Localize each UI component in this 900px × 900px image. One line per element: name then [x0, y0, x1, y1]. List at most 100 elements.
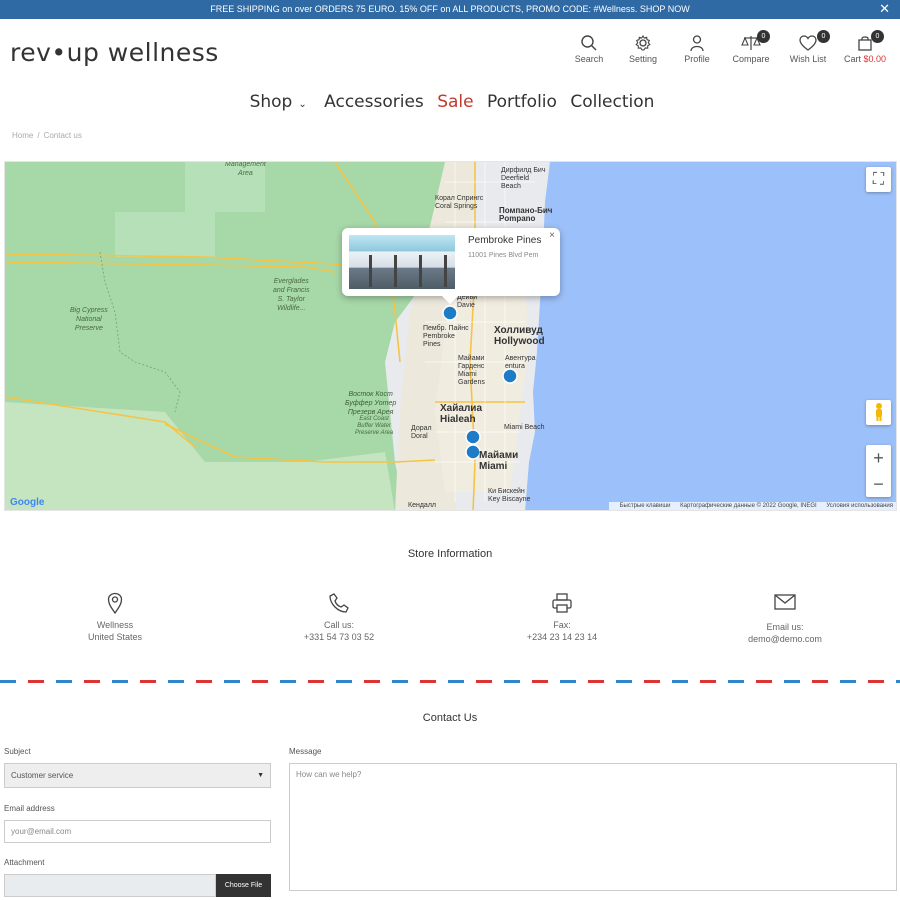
city-coral-springs: Корал Спрингс Coral Springs [435, 195, 484, 210]
store-fax: Fax: +234 23 14 23 14 [487, 592, 637, 643]
heart-icon [799, 35, 817, 51]
city-hollywood: Холливуд Hollywood [494, 325, 545, 347]
section-divider [0, 680, 900, 683]
city-miami: Майами Miami [479, 450, 519, 472]
compare-count: 0 [757, 30, 770, 43]
zoom-out-button[interactable]: − [866, 471, 891, 497]
map-label-east-coast-ru: Восток Кост Буффер Уотер Презерв Арея [345, 391, 397, 416]
profile-button[interactable]: Profile [670, 34, 724, 64]
nav-portfolio[interactable]: Portfolio [487, 92, 557, 112]
subject-select[interactable]: Customer service ▼ [4, 763, 271, 788]
cart-label: Cart [843, 54, 861, 64]
chevron-down-icon[interactable]: ⌄ [298, 99, 306, 110]
breadcrumb-current: Contact us [43, 131, 82, 140]
search-icon [581, 35, 597, 51]
terms-link[interactable]: Условия использования [826, 503, 893, 509]
shelf-divider [369, 255, 372, 287]
user-icon [690, 35, 704, 52]
map-data-credit: Картографические данные © 2022 Google, I… [680, 503, 817, 509]
phone-number[interactable]: +331 54 73 03 52 [264, 631, 414, 643]
city-hialeah: Хайалиа Hialeah [440, 403, 483, 425]
store-phone: Call us: +331 54 73 03 52 [264, 592, 414, 643]
nav-accessories[interactable]: Accessories [324, 92, 424, 112]
map-info-window[interactable]: Pembroke Pines 11001 Pines Blvd Pem × [342, 228, 560, 304]
city-davie: Дейви Davie [457, 294, 478, 309]
shelf-divider [394, 255, 397, 287]
map-label-management: Management Area [225, 161, 266, 177]
compare-button[interactable]: 0 Compare [724, 30, 778, 64]
breadcrumb-separator: / [37, 131, 40, 140]
compare-label: Compare [732, 54, 770, 64]
promo-text[interactable]: FREE SHIPPING on over ORDERS 75 EURO. 15… [210, 4, 689, 14]
city-pembroke: Пембр. Пайнс Pembroke Pines [423, 325, 469, 348]
attachment-field[interactable] [4, 874, 216, 897]
map-label-east-coast-en: East Coast Buffer Water Preserve Area [355, 416, 394, 436]
city-kendall: Кендалл [408, 502, 436, 509]
cart-total: $0.00 [863, 54, 887, 64]
nav-sale[interactable]: Sale [437, 92, 473, 112]
phone-icon [329, 593, 349, 613]
breadcrumb-home[interactable]: Home [12, 131, 33, 140]
pegman-icon [875, 403, 882, 421]
promo-bar[interactable]: FREE SHIPPING on over ORDERS 75 EURO. 15… [0, 0, 900, 19]
nav-shop-label[interactable]: Shop [250, 92, 293, 112]
email-field-label: Email address [4, 804, 55, 813]
search-button[interactable]: Search [562, 34, 616, 64]
keyboard-shortcuts-link[interactable]: Быстрые клавиши [620, 503, 671, 509]
search-label: Search [574, 54, 604, 64]
fax-number: +234 23 14 23 14 [526, 632, 598, 642]
popup-address: 11001 Pines Blvd Pem [468, 252, 539, 259]
choose-file-button[interactable]: Choose File [216, 874, 271, 897]
close-icon[interactable]: × [549, 230, 555, 241]
zoom-control: + − [866, 445, 891, 497]
cart-button[interactable]: 0 Cart $0.00 [838, 30, 892, 64]
phone-label: Call us: [323, 620, 354, 630]
store-info-title: Store Information [407, 548, 493, 560]
map-label-everglades: Everglades and Francis S. Taylor Wildlif… [273, 278, 310, 312]
location-pin-icon [107, 592, 123, 614]
email-field[interactable]: your@email.com [4, 820, 271, 843]
city-pompano: Помпано-Бич Pompano [499, 206, 553, 223]
store-address: Wellness United States [40, 592, 190, 643]
store-map[interactable]: Management Area Everglades and Francis S… [4, 161, 897, 511]
profile-label: Profile [684, 54, 710, 64]
pegman-button[interactable] [866, 400, 891, 425]
subject-label: Subject [4, 747, 31, 756]
caret-down-icon[interactable]: ▼ [257, 764, 264, 787]
store-email: Email us: demo@demo.com [710, 592, 860, 645]
message-field[interactable]: How can we help? [289, 763, 897, 891]
message-label: Message [289, 747, 322, 756]
setting-label: Setting [628, 54, 658, 64]
shelf-divider [444, 255, 447, 287]
city-aventura: Авентура entura [505, 355, 536, 370]
city-miami-beach: Miami Beach [504, 424, 545, 431]
breadcrumb: Home / Contact us [12, 131, 82, 140]
nav-shop[interactable]: Shop ⌄ [246, 92, 311, 112]
email-address[interactable]: demo@demo.com [710, 633, 860, 645]
wishlist-button[interactable]: 0 Wish List [778, 30, 838, 64]
store-country: United States [87, 632, 143, 642]
nav-collection[interactable]: Collection [570, 92, 654, 112]
fax-label: Fax: [553, 620, 571, 630]
close-icon[interactable]: ✕ [879, 0, 890, 18]
map-attribution: Быстрые клавиши Картографические данные … [608, 502, 896, 510]
mail-icon [774, 594, 796, 610]
popup-title: Pembroke Pines [468, 235, 542, 246]
fullscreen-button[interactable]: ⛶ [866, 167, 891, 192]
google-logo[interactable]: Google [10, 497, 44, 508]
cart-count: 0 [871, 30, 884, 43]
store-name: Wellness [96, 620, 134, 630]
printer-icon [552, 593, 572, 613]
wishlist-label: Wish List [789, 54, 827, 64]
attachment-label: Attachment [4, 858, 45, 867]
site-logo[interactable]: rev•up wellness [10, 38, 219, 67]
city-deerfield: Дирфилд Бич Deerfield Beach [501, 167, 546, 190]
zoom-in-button[interactable]: + [866, 445, 891, 471]
city-key-biscayne: Ки Бискейн Key Biscayne [488, 488, 531, 503]
email-label: Email us: [766, 622, 804, 632]
main-nav: Shop ⌄ Accessories Sale Portfolio Collect… [0, 92, 900, 112]
setting-button[interactable]: Setting [616, 34, 670, 64]
store-photo [349, 235, 455, 289]
subject-value[interactable]: Customer service [11, 771, 73, 780]
city-doral: Дорал Doral [411, 425, 432, 440]
